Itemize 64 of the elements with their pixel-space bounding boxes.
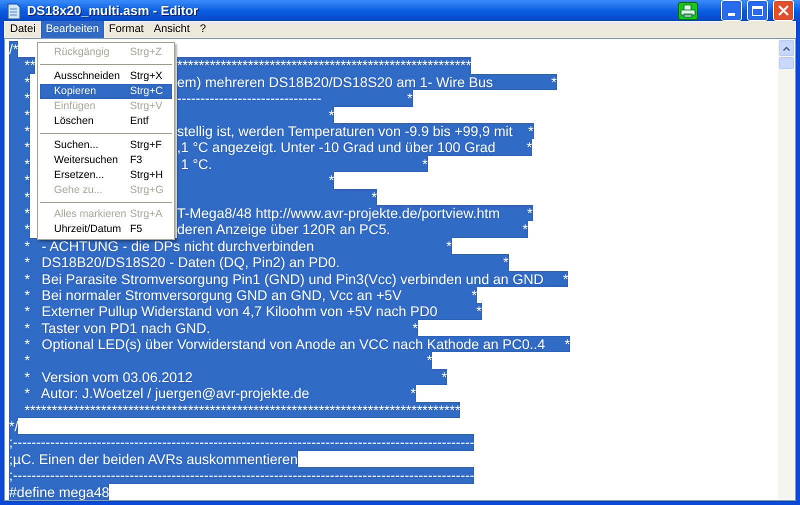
scrollbar[interactable] <box>778 39 795 500</box>
code-text: ****************************************************** <box>177 57 472 74</box>
menu-item[interactable]: Ersetzen... Strg+H <box>40 168 172 183</box>
scroll-up-button[interactable] <box>779 40 794 56</box>
menu-item[interactable]: Kopieren Strg+C <box>40 84 172 99</box>
code-text: * DS18B20/DS18S20 - Daten (DQ, Pin2) an PD0. * <box>9 254 509 271</box>
code-text: * * <box>9 352 432 369</box>
code-text: * <box>9 123 30 140</box>
arrow-up-icon <box>783 46 790 51</box>
menu-bar-item[interactable]: Datei <box>5 21 41 38</box>
code-text: * <box>9 74 30 90</box>
code-text: * Version vom 03.06.2012 * <box>9 368 448 386</box>
code-text: * <box>9 204 30 222</box>
minimize-icon <box>728 13 735 16</box>
code-text: * <box>177 188 377 205</box>
maximize-icon <box>752 6 763 16</box>
menu-item[interactable]: Ausschneiden Strg+X <box>40 69 172 84</box>
printer-icon[interactable] <box>678 2 698 20</box>
code-text: * <box>177 172 334 189</box>
code-text: ,1 °C angezeigt. Unter -10 Grad und über 100 Grad * <box>177 139 532 156</box>
code-text: * Taster von PD1 nach GND. * <box>9 320 418 336</box>
code-text: * Autor: J.Woetzel / juergen@avr-projekte.de * <box>9 385 416 402</box>
code-text: T-Mega8/48 http://www.avr-projekte.de/portview.htm * <box>177 204 533 222</box>
menu-item[interactable]: Uhrzeit/Datum F5 <box>40 222 172 237</box>
maximize-button[interactable] <box>747 0 768 22</box>
code-text: stellig ist, werden Temperaturen von -9.9 bis +99,9 mit * <box>177 123 534 140</box>
code-text: * - ACHTUNG - die DPs nicht durchverbinden * <box>9 238 452 254</box>
menu-item[interactable]: Suchen... Strg+F <box>40 138 172 153</box>
code-text: * <box>9 90 30 107</box>
code-text: #define mega48 <box>9 484 110 500</box>
code-text: * <box>9 139 30 156</box>
close-button[interactable] <box>773 0 794 22</box>
code-text: * <box>9 106 30 124</box>
window-title: DS18x20_multi.asm - Editor <box>27 2 198 20</box>
menu-bar-item[interactable]: Ansicht <box>148 21 195 38</box>
code-text: ------------------------------- * <box>177 90 413 107</box>
code-text: * <box>177 106 334 124</box>
code-text: * <box>9 188 30 205</box>
close-icon <box>778 5 789 16</box>
menu-bar-item[interactable]: ? <box>194 21 211 38</box>
code-text: * Bei normaler Stromversorgung GND an GND, Vcc an +5V * <box>9 286 478 304</box>
code-text: /* <box>9 41 18 58</box>
code-text: ;--------------------------------------------------------------------------------------------------- <box>9 467 474 484</box>
code-text: * <box>9 172 30 189</box>
code-text: ;µC. Einen der beiden AVRs auskommentieren <box>9 450 298 468</box>
code-text: * Optional LED(s) über Vorwiderstand von Anode an VCC nach Kathode an PC0..4 * <box>9 336 570 352</box>
menu-bar-item[interactable]: Bearbeiten <box>40 21 104 38</box>
code-text: ** <box>9 57 36 74</box>
notepad-icon <box>6 2 22 20</box>
code-text: * Bei Parasite Stromversorgung Pin1 (GND) und Pin3(Vcc) verbinden und an GND * <box>9 270 568 287</box>
code-text: em) mehreren DS18B20/DS18S20 am 1- Wire Bus * <box>177 74 557 90</box>
code-text: deren Anzeige über 120R an PC5. * <box>177 221 528 238</box>
code-text: */ <box>9 418 18 434</box>
code-text: * <box>9 221 30 238</box>
scroll-thumb[interactable] <box>779 57 794 70</box>
code-text: ******************************************************************************** <box>9 402 460 418</box>
menu-item[interactable]: Löschen Entf <box>40 114 172 129</box>
code-text: 1 °C. * <box>177 156 428 172</box>
code-text: * <box>9 156 30 172</box>
code-text: ;--------------------------------------------------------------------------------------------------- <box>9 434 474 451</box>
code-text: * Externer Pullup Widerstand von 4,7 Kiloohm von +5V nach PD0 * <box>9 303 482 320</box>
menu-bar-item[interactable]: Format <box>104 21 149 38</box>
minimize-button[interactable] <box>721 0 742 22</box>
menu-item[interactable]: Weitersuchen F3 <box>40 153 172 168</box>
